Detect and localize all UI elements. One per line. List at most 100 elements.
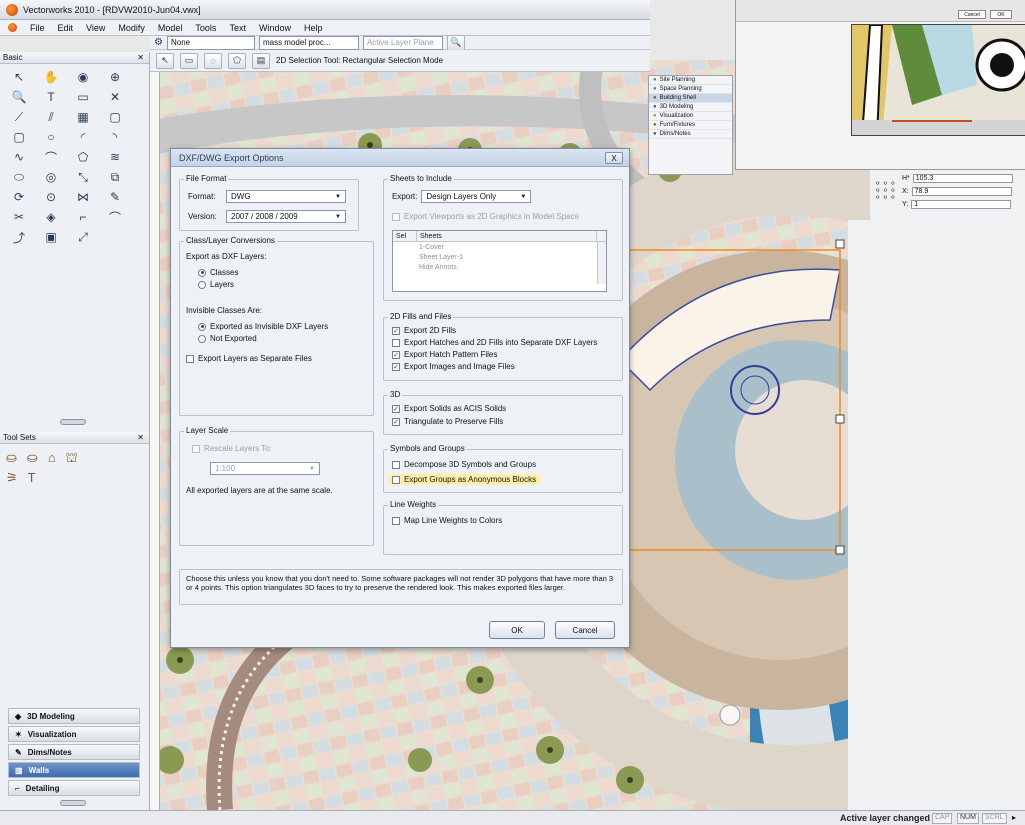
layer-select[interactable]: mass model proc... <box>258 35 359 50</box>
list-item[interactable]: Sheet Layer-1 <box>393 252 606 262</box>
toolset-detailing[interactable]: ⌐ Detailing <box>8 780 140 796</box>
nav-row-3d-modeling[interactable]: ● 3D Modeling <box>649 103 732 112</box>
double-polyline-tool-icon[interactable]: ≋ <box>102 148 128 166</box>
rounded-rect-tool-icon[interactable]: ▢ <box>6 128 32 146</box>
preferences-icon[interactable]: ▤ <box>252 52 270 69</box>
reshape-tool-icon[interactable]: ⤡ <box>70 168 96 186</box>
trim-tool-icon[interactable]: ✂ <box>6 208 32 226</box>
checkbox-export-hatches[interactable]: Export Hatches and 2D Fills into Separat… <box>392 338 597 347</box>
cancel-button[interactable]: Cancel <box>555 621 615 639</box>
menu-view[interactable]: View <box>86 23 105 33</box>
locus-tool-icon[interactable]: ✕ <box>102 88 128 106</box>
nav-row-visualization[interactable]: ● Visualization <box>649 112 732 121</box>
toolset-3d-modeling[interactable]: ◆ 3D Modeling <box>8 708 140 724</box>
viewport-tool-icon[interactable]: ▣ <box>38 228 64 246</box>
dimension-tool-icon[interactable]: ⤢ <box>70 228 96 246</box>
dialog-close-button[interactable]: X <box>605 152 623 164</box>
version-dropdown[interactable]: 2007 / 2008 / 2009 ▼ <box>226 210 346 223</box>
menu-text[interactable]: Text <box>229 23 246 33</box>
pan-tool-icon[interactable]: ✋ <box>38 68 64 86</box>
checkbox-anonymous-blocks[interactable]: Export Groups as Anonymous Blocks <box>388 474 541 485</box>
rectangle-tool-icon[interactable]: ▢ <box>102 108 128 126</box>
preview-ok-button[interactable]: OK <box>990 10 1012 19</box>
chamfer-tool-icon[interactable]: ⌒ <box>102 208 128 226</box>
nav-row-furn-fixtures[interactable]: ● Furn/Fixtures <box>649 121 732 130</box>
eyedropper-tool-icon[interactable]: ✎ <box>102 188 128 206</box>
oi-y-field[interactable]: 1 <box>911 200 1012 209</box>
detailing-icon[interactable]: T <box>28 470 36 486</box>
radio-classes[interactable]: Classes <box>198 268 238 277</box>
nav-row-space-planning[interactable]: ● Space Planning <box>649 85 732 94</box>
oi-height-field[interactable]: 105.3 <box>912 174 1013 183</box>
menu-file[interactable]: File <box>30 23 45 33</box>
reference-point-icon[interactable]: ⚬⚬⚬ ⚬⚬⚬ ⚬⚬⚬ <box>874 179 897 202</box>
preview-cancel-button[interactable]: Cancel <box>958 10 986 19</box>
chevron-right-icon[interactable]: ▸ <box>1012 813 1016 822</box>
scale-dropdown[interactable]: 1:100 ▼ <box>210 462 320 475</box>
quarter-arc-tool-icon[interactable]: ◝ <box>102 128 128 146</box>
nav-row-dims-notes[interactable]: ● Dims/Notes <box>649 130 732 139</box>
checkbox-export-images[interactable]: ✓ Export Images and Image Files <box>392 362 515 371</box>
col-sheets[interactable]: Sheets <box>417 231 597 241</box>
sheets-listbox[interactable]: Sel Sheets 1-Cover Sheet Layer-1 Hide An… <box>392 230 607 292</box>
close-icon[interactable]: ✕ <box>137 53 144 62</box>
offset-tool-icon[interactable]: ⧉ <box>102 168 128 186</box>
text-tool-icon[interactable]: T <box>38 88 64 106</box>
nav-row-building-shell[interactable]: ● Building Shell <box>649 94 732 103</box>
polyline-tool-icon[interactable]: ⌒ <box>38 148 64 166</box>
export-sheets-dropdown[interactable]: Design Layers Only ▼ <box>421 190 532 203</box>
close-icon[interactable]: ✕ <box>137 433 144 442</box>
split-tool-icon[interactable]: ⤴ <box>6 228 32 246</box>
checkbox-export-hatch-patterns[interactable]: ✓ Export Hatch Pattern Files <box>392 350 497 359</box>
format-dropdown[interactable]: DWG ▼ <box>226 190 346 203</box>
palette-resize-handle[interactable] <box>60 419 86 425</box>
menu-edit[interactable]: Edit <box>58 23 74 33</box>
menu-window[interactable]: Window <box>259 23 291 33</box>
toolset-walls[interactable]: ▥ Walls <box>8 762 140 778</box>
radio-not-exported[interactable]: Not Exported <box>198 334 257 343</box>
furniture-icon[interactable]: ⛫ <box>66 450 78 468</box>
walkthrough-tool-icon[interactable]: ⊕ <box>102 68 128 86</box>
menu-modify[interactable]: Modify <box>118 23 145 33</box>
checkbox-map-line-weights[interactable]: Map Line Weights to Colors <box>392 516 502 525</box>
site-planning-icon[interactable]: ⛀ <box>6 450 17 468</box>
space-planning-icon[interactable]: ⛀ <box>27 450 38 468</box>
radio-layers[interactable]: Layers <box>198 280 234 289</box>
mirror-tool-icon[interactable]: ⟳ <box>6 188 32 206</box>
fillet-tool-icon[interactable]: ⌐ <box>70 208 96 226</box>
zoom-icon[interactable]: 🔍 <box>446 34 465 51</box>
checkbox-export-viewports[interactable]: Export Viewports as 2D Graphics in Model… <box>392 212 579 221</box>
checkbox-export-2d-fills[interactable]: ✓ Export 2D Fills <box>392 326 456 335</box>
oval-tool-icon[interactable]: ⬭ <box>6 168 32 186</box>
toolset-dims-notes[interactable]: ✎ Dims/Notes <box>8 744 140 760</box>
spiral-tool-icon[interactable]: ◎ <box>38 168 64 186</box>
arc-tool-icon[interactable]: ◜ <box>70 128 96 146</box>
oi-x-field[interactable]: 78.9 <box>911 187 1012 196</box>
polygon-mode-icon[interactable]: ⬠ <box>228 52 246 69</box>
checkbox-separate-files[interactable]: Export Layers as Separate Files <box>186 354 312 363</box>
menu-model[interactable]: Model <box>158 23 183 33</box>
menu-tools[interactable]: Tools <box>195 23 216 33</box>
col-sel[interactable]: Sel <box>393 231 417 241</box>
zoom-tool-icon[interactable]: 🔍 <box>6 88 32 106</box>
palette-resize-handle[interactable] <box>60 800 86 806</box>
toolset-visualization[interactable]: ✶ Visualization <box>8 726 140 742</box>
polygon-tool-icon[interactable]: ⬠ <box>70 148 96 166</box>
line-tool-icon[interactable]: ⟋ <box>6 108 32 126</box>
selection-tool-icon[interactable]: ↖ <box>6 68 32 86</box>
building-shell-icon[interactable]: ⌂ <box>48 450 56 468</box>
rotate-tool-icon[interactable]: ⋈ <box>70 188 96 206</box>
attribute-tool-icon[interactable]: ◈ <box>38 208 64 226</box>
lasso-mode-icon[interactable]: ◌ <box>204 52 222 69</box>
ok-button[interactable]: OK <box>489 621 545 639</box>
double-line-tool-icon[interactable]: ⫽ <box>38 108 64 126</box>
document-menu-icon[interactable] <box>8 23 17 32</box>
checkbox-rescale-layers[interactable]: Rescale Layers To: <box>192 444 272 453</box>
checkbox-triangulate[interactable]: ✓ Triangulate to Preserve Fills <box>392 417 503 426</box>
callout-tool-icon[interactable]: ▭ <box>70 88 96 106</box>
circle-tool-icon[interactable]: ○ <box>38 128 64 146</box>
view-plane-select[interactable]: Active Layer Plane <box>362 35 443 50</box>
flyover-tool-icon[interactable]: ◉ <box>70 68 96 86</box>
rect-mode-icon[interactable]: ▭ <box>180 52 198 69</box>
selection-mode-icon[interactable]: ↖ <box>156 52 174 69</box>
